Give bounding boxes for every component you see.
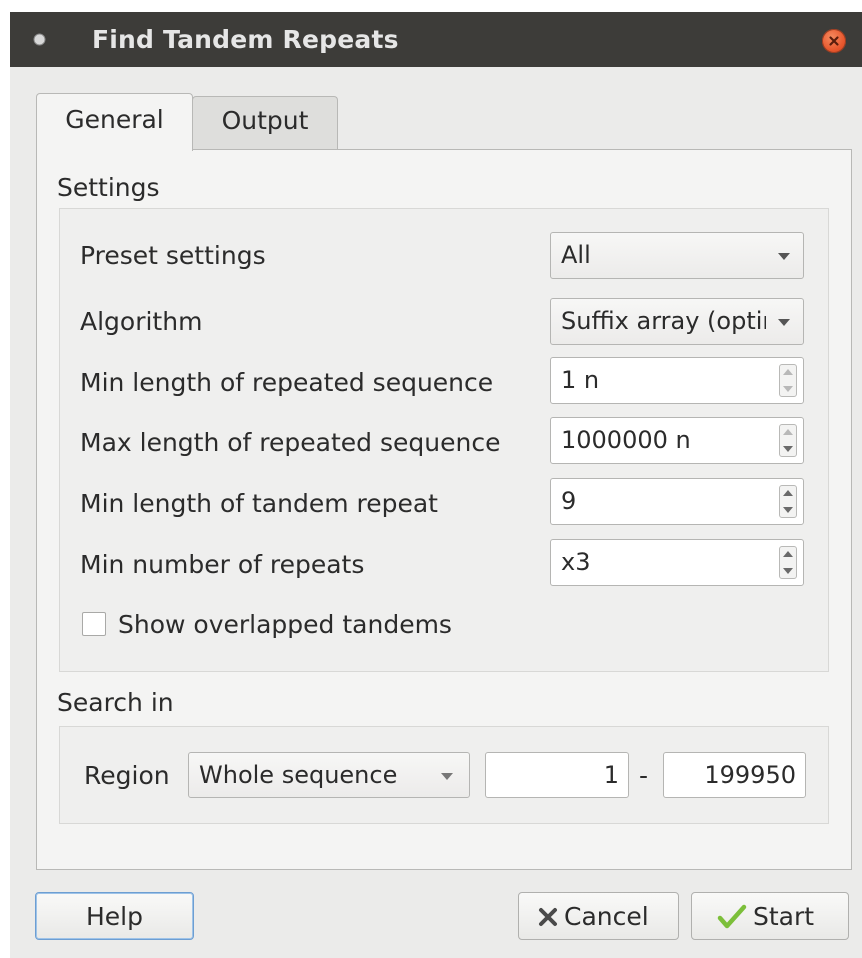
help-button[interactable]: Help: [35, 892, 194, 940]
max-repeated-length-stepper[interactable]: [779, 424, 797, 457]
region-value: Whole sequence: [199, 761, 398, 789]
stepper-up-icon: [783, 490, 793, 496]
preset-settings-label: Preset settings: [80, 241, 266, 270]
region-start-value: 1: [603, 761, 619, 789]
min-number-repeats-spinbox[interactable]: x3: [550, 539, 804, 586]
algorithm-value: Suffix array (optimized): [561, 307, 766, 335]
window-dot-icon: [33, 33, 46, 46]
region-select[interactable]: Whole sequence: [188, 752, 470, 798]
show-overlapped-label[interactable]: Show overlapped tandems: [118, 610, 452, 639]
min-repeated-length-label: Min length of repeated sequence: [80, 368, 494, 397]
min-number-repeats-label: Min number of repeats: [80, 550, 365, 579]
stepper-down-icon: [783, 507, 793, 513]
stepper-up-icon: [783, 369, 793, 375]
min-tandem-length-value: 9: [561, 487, 577, 515]
stepper-down-icon: [783, 446, 793, 452]
preset-settings-select[interactable]: All: [550, 232, 804, 279]
close-button[interactable]: [822, 29, 846, 53]
chevron-down-icon: [778, 319, 790, 326]
tab-general-label: General: [65, 105, 164, 134]
tab-output[interactable]: Output: [192, 96, 338, 149]
checkmark-icon: [717, 904, 747, 929]
min-repeated-length-spinbox[interactable]: 1 n: [550, 357, 804, 404]
stepper-up-icon: [783, 551, 793, 557]
region-start-input[interactable]: 1: [485, 752, 629, 798]
min-number-repeats-value: x3: [561, 548, 591, 576]
region-end-value: 199950: [704, 761, 796, 789]
settings-group-title: Settings: [57, 173, 160, 202]
start-button-label: Start: [753, 902, 815, 931]
region-label: Region: [84, 761, 170, 790]
window-title: Find Tandem Repeats: [92, 25, 399, 54]
region-separator: -: [639, 761, 649, 790]
close-icon: [829, 36, 839, 46]
title-bar[interactable]: Find Tandem Repeats: [10, 12, 862, 67]
min-repeated-length-stepper[interactable]: [779, 364, 797, 397]
min-tandem-length-label: Min length of tandem repeat: [80, 489, 438, 518]
tab-general[interactable]: General: [36, 93, 193, 151]
help-button-label: Help: [86, 902, 143, 931]
algorithm-label: Algorithm: [80, 307, 203, 336]
chevron-down-icon: [778, 253, 790, 260]
stepper-down-icon: [783, 386, 793, 392]
show-overlapped-checkbox[interactable]: [82, 612, 106, 636]
algorithm-select[interactable]: Suffix array (optimized): [550, 298, 804, 345]
max-repeated-length-label: Max length of repeated sequence: [80, 428, 501, 457]
chevron-down-icon: [441, 773, 453, 780]
search-in-group-title: Search in: [57, 688, 174, 717]
stepper-down-icon: [783, 568, 793, 574]
stepper-up-icon: [783, 429, 793, 435]
dialog-window: Find Tandem Repeats General Output Setti…: [10, 12, 862, 958]
cancel-button[interactable]: Cancel: [518, 892, 679, 940]
max-repeated-length-spinbox[interactable]: 1000000 n: [550, 417, 804, 464]
min-repeated-length-value: 1 n: [561, 366, 600, 394]
region-end-input[interactable]: 199950: [663, 752, 806, 798]
start-button[interactable]: Start: [691, 892, 849, 940]
min-tandem-length-stepper[interactable]: [779, 485, 797, 518]
max-repeated-length-value: 1000000 n: [561, 426, 691, 454]
cancel-x-icon: [539, 908, 557, 926]
min-tandem-length-spinbox[interactable]: 9: [550, 478, 804, 525]
preset-settings-value: All: [561, 241, 591, 269]
min-number-repeats-stepper[interactable]: [779, 546, 797, 579]
tab-output-label: Output: [221, 106, 309, 135]
cancel-button-label: Cancel: [564, 902, 649, 931]
